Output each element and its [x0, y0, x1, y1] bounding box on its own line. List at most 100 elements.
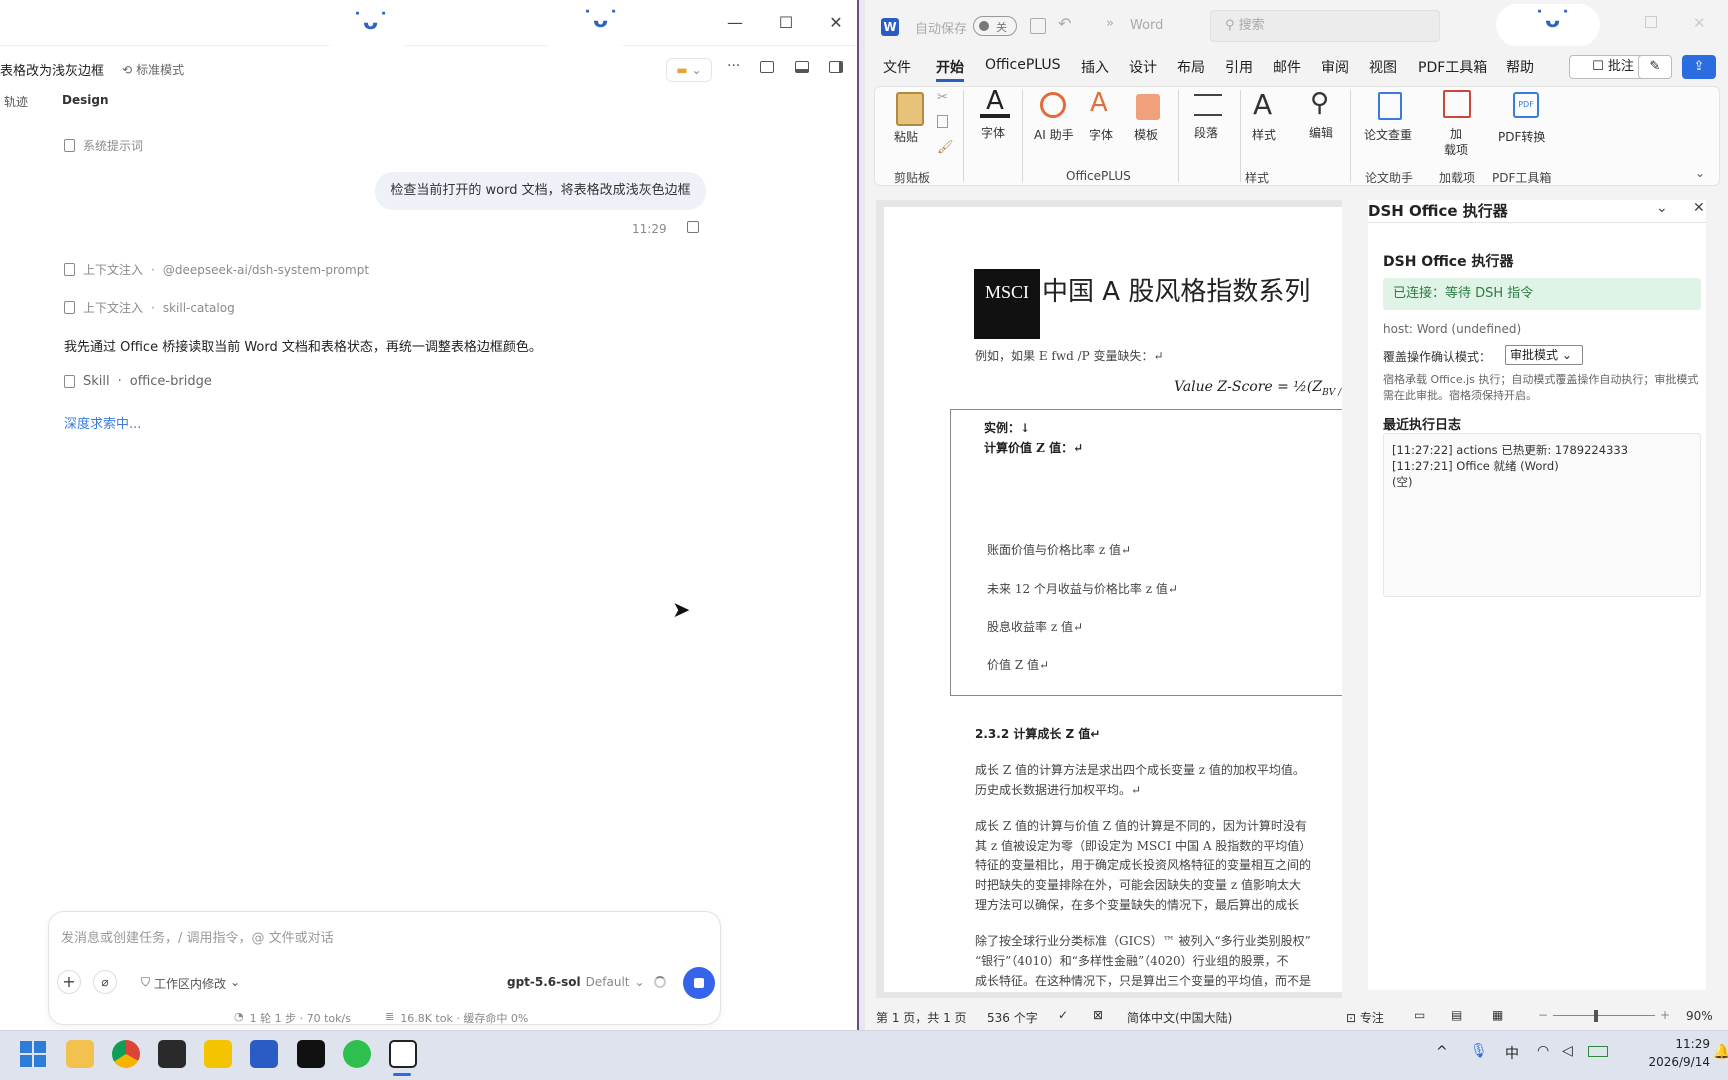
document-page[interactable]: MSCI 中国 A 股风格指数系列 例如，如果 E fwd /P 变量缺失：↵ …: [884, 207, 1342, 992]
start-icon[interactable]: [20, 1041, 46, 1067]
thesis-check-button[interactable]: 论文查重: [1364, 126, 1412, 143]
tab-review[interactable]: 审阅: [1321, 57, 1349, 77]
word-count[interactable]: 536 个字: [987, 1009, 1038, 1026]
model-selector[interactable]: gpt-5.6-sol Default ⌄: [507, 975, 645, 989]
close-button[interactable]: ✕: [816, 8, 856, 38]
tab-help[interactable]: 帮助: [1506, 57, 1534, 77]
battery-icon[interactable]: [1588, 1046, 1608, 1057]
agent-app-icon[interactable]: [389, 1040, 417, 1068]
terminal-icon[interactable]: [158, 1040, 186, 1068]
proofing-icon[interactable]: ✓: [1058, 1008, 1068, 1022]
file-explorer-icon[interactable]: [66, 1040, 94, 1068]
read-mode-icon[interactable]: ▭: [1414, 1008, 1425, 1022]
tab-officeplus[interactable]: OfficePLUS: [985, 57, 1061, 73]
template-icon[interactable]: [1136, 94, 1160, 120]
font-button[interactable]: 字体: [981, 124, 1005, 141]
word-taskbar-icon[interactable]: [250, 1040, 278, 1068]
page-count[interactable]: 第 1 页，共 1 页: [876, 1009, 967, 1026]
addin-icon[interactable]: [1443, 90, 1471, 118]
font2-button[interactable]: 字体: [1089, 126, 1113, 143]
tab-design[interactable]: 设计: [1129, 57, 1157, 77]
copy-icon[interactable]: [937, 115, 948, 128]
app-taskbar-icon[interactable]: [297, 1040, 325, 1068]
paste-button[interactable]: 粘贴: [894, 128, 918, 145]
maximize-button[interactable]: [1645, 16, 1657, 28]
paragraph-icon[interactable]: [1194, 94, 1222, 116]
message-input[interactable]: 发消息或创建任务，/ 调用指令，@ 文件或对话: [61, 927, 334, 946]
template-button[interactable]: 模板: [1134, 126, 1158, 143]
cut-icon[interactable]: ✂: [937, 90, 948, 105]
add-button[interactable]: +: [57, 970, 81, 994]
tab-file[interactable]: 文件: [883, 57, 911, 77]
font-color-icon[interactable]: A: [980, 88, 1010, 118]
styles-button[interactable]: 样式: [1252, 126, 1276, 143]
font-style-icon[interactable]: A: [1090, 88, 1108, 118]
save-icon[interactable]: [1030, 18, 1046, 34]
clock-date[interactable]: 2026/9/14: [1635, 1055, 1710, 1069]
context-injection-row[interactable]: 上下文注入 · @deepseek-ai/dsh-system-prompt: [64, 261, 369, 278]
language[interactable]: 简体中文(中国大陆): [1127, 1009, 1232, 1026]
wechat-icon[interactable]: [343, 1040, 371, 1068]
zoom-in-icon[interactable]: +: [1660, 1008, 1670, 1022]
ime-indicator[interactable]: 中: [1505, 1043, 1519, 1063]
pane-options-icon[interactable]: ⌄: [1656, 200, 1668, 216]
zoom-slider[interactable]: [1553, 1015, 1655, 1016]
maximize-button[interactable]: ☐: [766, 8, 806, 38]
addin-button[interactable]: 加 载项: [1444, 126, 1468, 158]
chrome-icon[interactable]: [112, 1040, 140, 1068]
system-prompt-row[interactable]: 系统提示词: [64, 137, 143, 154]
pdf-reader-icon[interactable]: [204, 1040, 232, 1068]
thesis-check-icon[interactable]: [1378, 92, 1402, 120]
microphone-icon[interactable]: 🎙: [1470, 1043, 1488, 1059]
tab-insert[interactable]: 插入: [1081, 57, 1109, 77]
tab-references[interactable]: 引用: [1225, 57, 1253, 77]
copy-icon[interactable]: [687, 221, 699, 233]
zoom-level[interactable]: 90%: [1686, 1009, 1713, 1023]
more-commands-icon[interactable]: »: [1106, 16, 1114, 31]
mode-selector[interactable]: ⟲ 标准模式: [122, 61, 184, 78]
stop-button[interactable]: [683, 967, 715, 999]
tab-design[interactable]: Design: [62, 93, 109, 107]
clock-time[interactable]: 11:29: [1655, 1037, 1710, 1051]
close-button[interactable]: ✕: [1693, 14, 1706, 32]
find-icon[interactable]: ⚲: [1310, 88, 1329, 118]
styles-icon[interactable]: A: [1253, 88, 1272, 121]
tab-trace[interactable]: 轨迹: [4, 93, 28, 110]
skill-row[interactable]: Skill · office-bridge: [64, 374, 212, 389]
panel-right-icon[interactable]: [760, 61, 774, 73]
zoom-out-icon[interactable]: −: [1538, 1008, 1548, 1022]
tab-mailings[interactable]: 邮件: [1273, 57, 1301, 77]
edit-mode-button[interactable]: ✎: [1638, 55, 1672, 79]
workspace-selector[interactable]: ⛉ 工作区内修改 ⌄: [141, 975, 240, 992]
tab-home[interactable]: 开始: [936, 57, 964, 82]
zoom-slider-thumb[interactable]: [1594, 1010, 1598, 1022]
sidebar-toggle-icon[interactable]: [829, 61, 843, 73]
context-injection-row[interactable]: 上下文注入 · skill-catalog: [64, 299, 235, 316]
folder-dropdown[interactable]: ▬ ⌄: [666, 58, 712, 82]
print-layout-icon[interactable]: ▤: [1451, 1008, 1462, 1022]
autosave-toggle[interactable]: 关: [973, 16, 1017, 36]
tab-view[interactable]: 视图: [1369, 57, 1397, 77]
volume-icon[interactable]: ◁: [1562, 1043, 1573, 1059]
accessibility-icon[interactable]: ⊠: [1093, 1008, 1103, 1022]
override-mode-select[interactable]: 审批模式 ⌄: [1505, 345, 1583, 365]
attach-icon[interactable]: ⌀: [93, 970, 117, 994]
share-button[interactable]: ⇪: [1682, 55, 1716, 79]
minimize-button[interactable]: —: [715, 8, 755, 38]
pdf-convert-button[interactable]: PDF转换: [1498, 128, 1545, 145]
web-layout-icon[interactable]: ▦: [1492, 1008, 1503, 1022]
collapse-ribbon-icon[interactable]: ⌄: [1695, 166, 1705, 180]
pdf-convert-icon[interactable]: PDF: [1513, 92, 1539, 118]
more-icon[interactable]: ···: [727, 58, 740, 74]
pane-close-icon[interactable]: ✕: [1693, 200, 1705, 216]
panel-bottom-icon[interactable]: [795, 61, 809, 73]
search-box[interactable]: ⚲ 搜索: [1210, 10, 1440, 42]
ai-assistant-icon[interactable]: [1040, 92, 1066, 118]
tab-layout[interactable]: 布局: [1177, 57, 1205, 77]
tray-chevron-icon[interactable]: ^: [1436, 1044, 1448, 1060]
notification-icon[interactable]: 🔔: [1713, 1044, 1728, 1060]
ai-assistant-button[interactable]: AI 助手: [1034, 126, 1074, 143]
edit-button[interactable]: 编辑: [1309, 124, 1333, 141]
focus-button[interactable]: ⊡ 专注: [1346, 1009, 1384, 1026]
paragraph-button[interactable]: 段落: [1194, 124, 1218, 141]
